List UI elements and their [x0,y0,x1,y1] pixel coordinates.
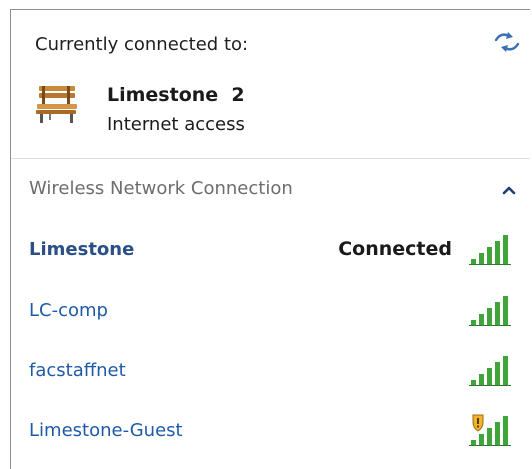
current-connection-section: Currently connected to: Limestone 2 Inte… [11,10,530,158]
network-name[interactable]: facstaffnet [29,360,126,381]
current-network-name: Limestone 2 [107,84,245,106]
network-name[interactable]: Limestone [29,239,134,260]
currently-connected-label: Currently connected to: [35,34,249,55]
signal-strength-icon [469,296,511,326]
signal-strength-icon [469,235,511,265]
chevron-up-icon[interactable] [499,181,519,199]
current-network-status: Internet access [107,114,245,135]
wireless-section-title: Wireless Network Connection [29,178,293,199]
public-network-bench-icon [36,86,77,123]
unsecured-signal-strength-icon [469,414,511,446]
network-row-limestone[interactable]: Limestone Connected [11,224,530,276]
network-flyout-panel: Currently connected to: Limestone 2 Inte… [10,9,530,469]
section-divider [11,158,530,159]
network-connection-status: Connected [338,238,452,260]
network-name[interactable]: LC-comp [29,300,108,321]
network-refresh-icon[interactable] [493,30,521,54]
network-name[interactable]: Limestone-Guest [29,420,183,441]
network-row-limestone-guest[interactable]: Limestone-Guest [11,405,530,457]
network-row-facstaffnet[interactable]: facstaffnet [11,345,530,397]
network-row-lc-comp[interactable]: LC-comp [11,285,530,337]
signal-strength-icon [469,356,511,386]
